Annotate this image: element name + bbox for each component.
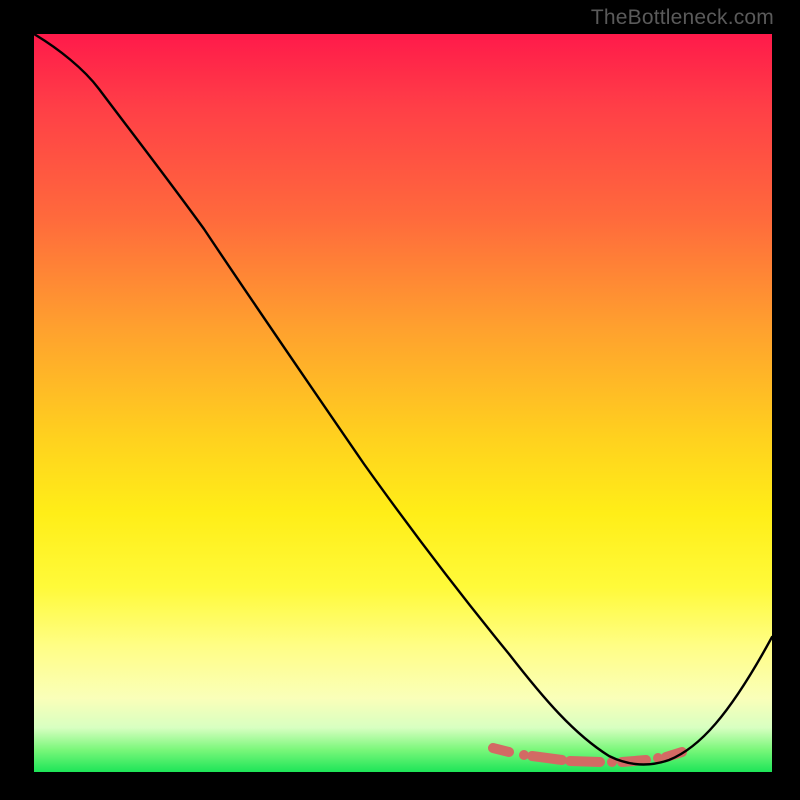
chart-frame: TheBottleneck.com [0,0,800,800]
marker-dash [493,748,509,752]
plot-area [34,34,772,772]
watermark-text: TheBottleneck.com [591,6,774,30]
bottleneck-curve [34,34,772,765]
marker-dash [570,761,600,762]
chart-svg [34,34,772,772]
marker-dash [532,756,562,760]
